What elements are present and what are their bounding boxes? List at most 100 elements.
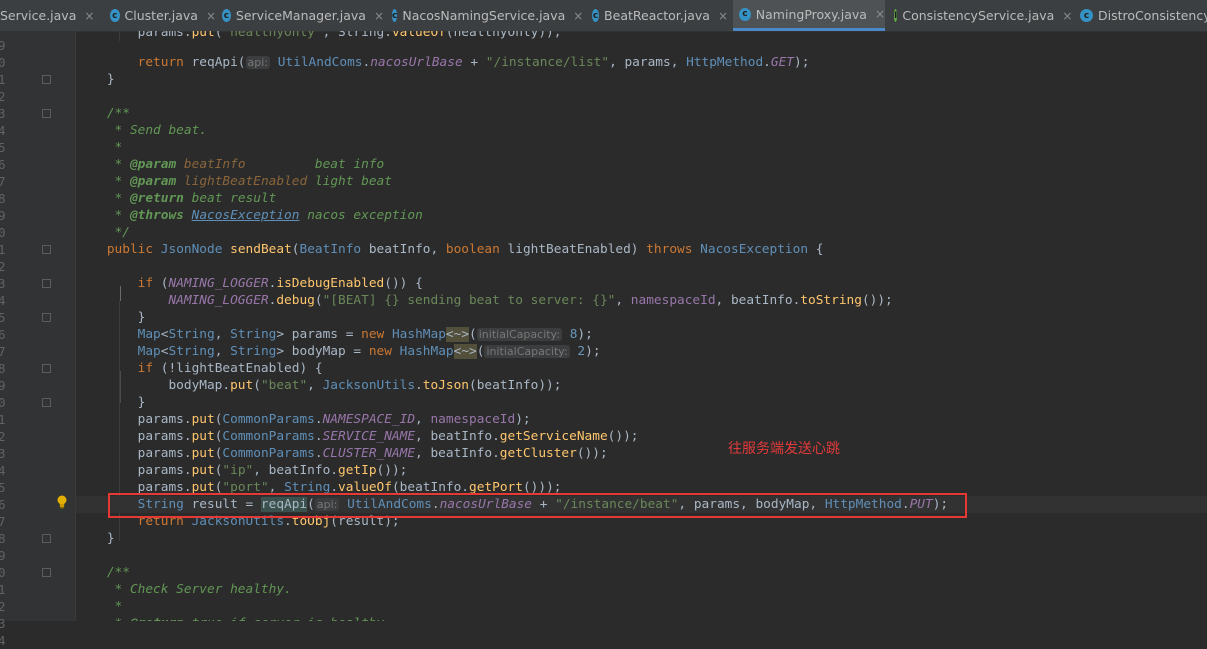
code-line: params.put(CommonParams.CLUSTER_NAME, be… [76, 446, 608, 461]
line-number: 5 [0, 480, 6, 495]
line-number: 0 [0, 225, 6, 240]
tab-nacosnamingservice-java[interactable]: c NacosNamingService.java × [392, 0, 583, 31]
fold-marker-icon[interactable] [42, 279, 51, 288]
code-line: */ [114, 225, 130, 240]
code-line: * [114, 599, 123, 614]
line-number: 0 [0, 55, 6, 70]
line-number: 4 [0, 463, 6, 478]
code-line: params.put("ip", beatInfo.getIp()); [76, 463, 408, 478]
line-number: 1 [0, 412, 6, 427]
tab-namingproxy-java[interactable]: c NamingProxy.java × [733, 0, 885, 31]
class-icon: c [592, 9, 600, 22]
line-number: 2 [0, 599, 6, 614]
tab-beatreactor-java[interactable]: c BeatReactor.java × [592, 0, 728, 31]
code-line: * @throws NacosException nacos exception [114, 208, 423, 223]
code-line: /** [106, 565, 130, 580]
code-line: } [76, 395, 146, 410]
code-line: * @return beat result [114, 191, 277, 206]
line-number: 7 [0, 514, 6, 529]
close-icon[interactable]: × [374, 9, 384, 23]
fold-marker-icon[interactable] [42, 568, 51, 577]
class-icon: c [222, 9, 231, 22]
code-line: params.put(CommonParams.SERVICE_NAME, be… [76, 429, 639, 444]
class-icon: c [110, 9, 120, 22]
tab-cluster-java[interactable]: c Cluster.java × [108, 0, 216, 31]
line-number: 1 [0, 72, 6, 87]
code-line: * Send beat. [114, 123, 207, 138]
fold-marker-icon[interactable] [42, 398, 51, 407]
code-line: * @param lightBeatEnabled light beat [114, 174, 392, 189]
line-number: 5 [0, 140, 6, 155]
tab-distroconsistency[interactable]: c DistroConsistencyS [1080, 0, 1207, 31]
line-number: 4 [0, 293, 6, 308]
line-number: 9 [0, 208, 6, 223]
close-icon[interactable]: × [206, 9, 216, 23]
code-line: Map<String, String> params = new HashMap… [137, 327, 593, 342]
close-icon[interactable]: × [718, 9, 728, 23]
tab-label: DistroConsistencyS [1098, 8, 1207, 23]
code-line: params.put(CommonParams.NAMESPACE_ID, na… [76, 412, 531, 427]
close-icon[interactable]: × [1062, 9, 1072, 23]
line-number: 3 [0, 616, 6, 631]
tab-label: NamingProxy.java [755, 6, 867, 22]
code-line: bodyMap.put("beat", JacksonUtils.toJson(… [76, 378, 562, 393]
class-icon: c [739, 7, 751, 21]
line-number: 7 [0, 344, 6, 359]
tab-service-java[interactable]: Service.java × [0, 0, 116, 31]
line-number-gutter [0, 31, 75, 621]
fold-marker-icon[interactable] [42, 75, 51, 84]
line-number: 8 [0, 361, 6, 376]
highlight-box [108, 493, 967, 518]
code-line: return reqApi(api: UtilAndComs.nacosUrlB… [137, 55, 810, 70]
line-number: 8 [0, 191, 6, 206]
fold-marker-icon[interactable] [42, 109, 51, 118]
line-number: 9 [0, 378, 6, 393]
lightbulb-icon[interactable] [56, 495, 68, 509]
line-number: 2 [0, 89, 6, 104]
tab-label: NacosNamingService.java [402, 8, 566, 23]
code-line: } [76, 72, 115, 87]
tab-label: Service.java [0, 8, 77, 23]
code-line: } [76, 310, 146, 325]
annotation-text: 往服务端发送心跳 [728, 441, 840, 457]
line-number: 5 [0, 310, 6, 325]
fold-marker-icon[interactable] [42, 313, 51, 322]
tab-label: ConsistencyService.java [902, 8, 1055, 23]
close-icon[interactable]: × [573, 9, 583, 23]
line-number: 8 [0, 531, 6, 546]
close-icon[interactable]: × [875, 7, 885, 21]
code-line: * [114, 140, 123, 155]
tab-label: Cluster.java [124, 8, 198, 23]
line-number: 3 [0, 276, 6, 291]
code-editor[interactable]: params.put("healthyOnly", String.valueOf… [76, 31, 1207, 621]
line-number: 1 [0, 582, 6, 597]
tab-servicemanager-java[interactable]: c ServiceManager.java × [222, 0, 384, 31]
code-line: } [76, 531, 115, 546]
code-line: * Check Server healthy. [114, 582, 292, 597]
code-line: * @param beatInfo beat info [114, 157, 385, 172]
line-number: 1 [0, 242, 6, 257]
tab-consistencyservice-java[interactable]: I ConsistencyService.java × [894, 0, 1072, 31]
line-number: 3 [0, 106, 6, 121]
line-number: 9 [0, 548, 6, 563]
line-number: 2 [0, 259, 6, 274]
close-icon[interactable]: × [84, 9, 94, 23]
code-line: NAMING_LOGGER.debug("[BEAT] {} sending b… [168, 293, 893, 308]
tab-label: BeatReactor.java [604, 8, 710, 23]
line-number: 2 [0, 429, 6, 444]
line-number: 4 [0, 633, 6, 648]
line-number: 3 [0, 446, 6, 461]
class-icon: c [1080, 9, 1093, 22]
line-number: 6 [0, 157, 6, 172]
fold-marker-icon[interactable] [42, 364, 51, 373]
fold-marker-icon[interactable] [42, 534, 51, 543]
line-number: 0 [0, 395, 6, 410]
interface-icon: I [894, 9, 898, 22]
editor-tab-bar: Service.java × c Cluster.java × c Servic… [0, 0, 1207, 32]
code-line: Map<String, String> bodyMap = new HashMa… [137, 344, 601, 359]
class-icon: c [392, 9, 398, 22]
tab-label: ServiceManager.java [235, 8, 366, 23]
code-line: public JsonNode sendBeat(BeatInfo beatIn… [106, 242, 824, 257]
code-line: * @return true if server is healthy [76, 615, 385, 621]
fold-marker-icon[interactable] [42, 245, 51, 254]
